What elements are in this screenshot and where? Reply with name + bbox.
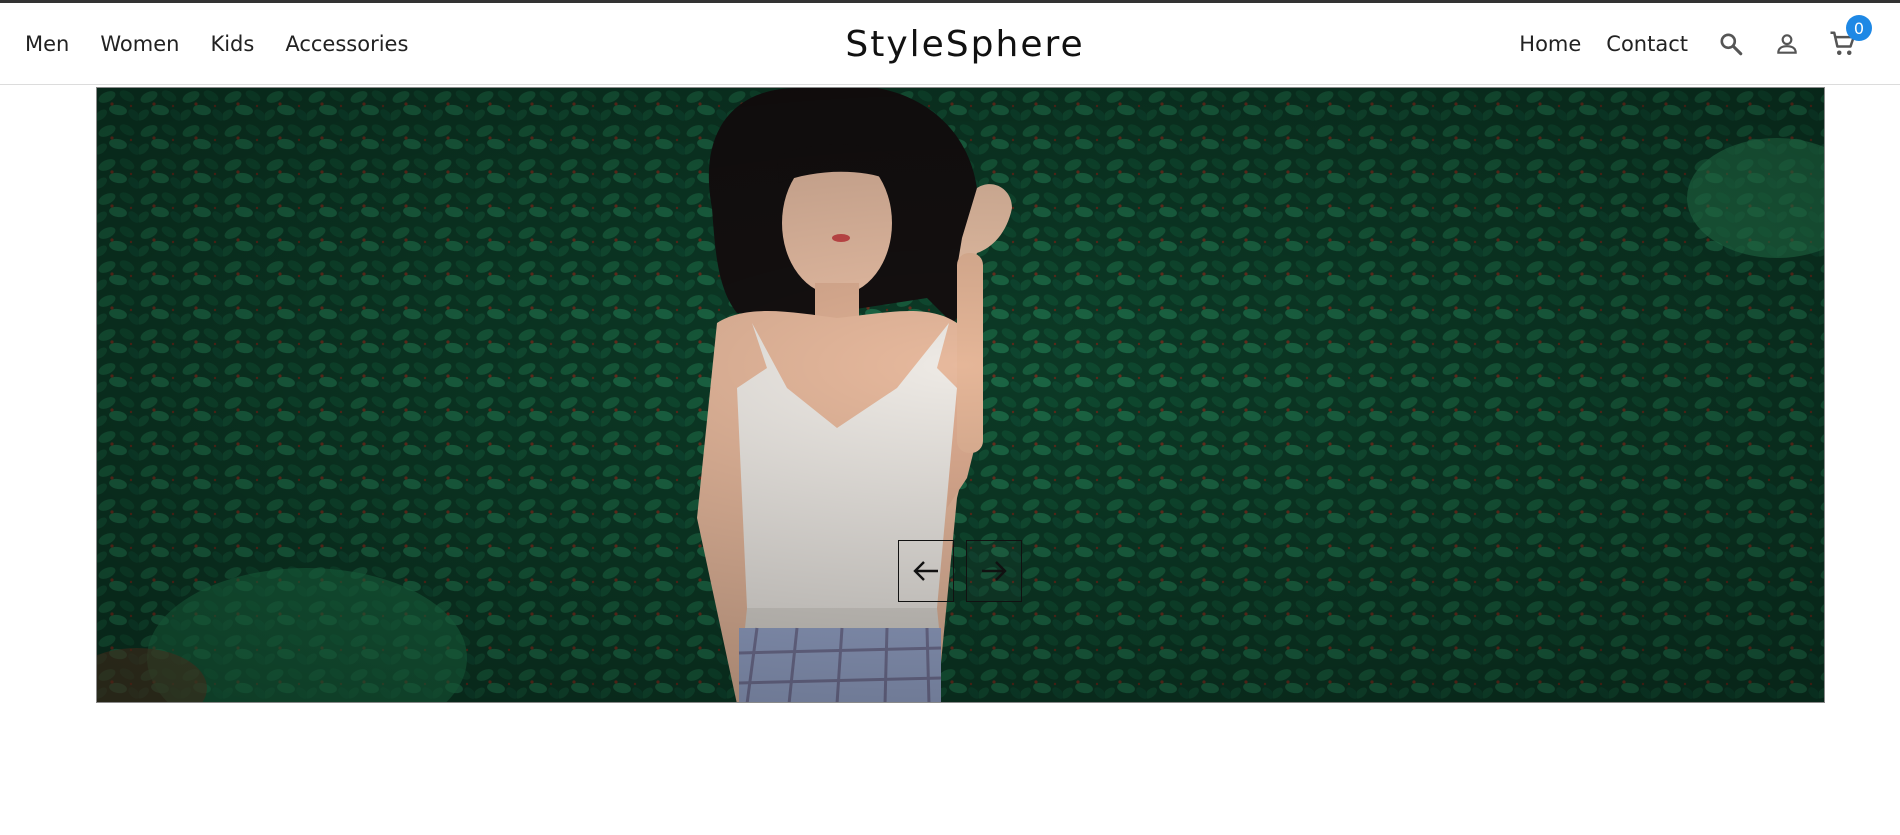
nav-link-men[interactable]: Men <box>25 32 69 56</box>
slider-controls <box>898 540 1022 602</box>
hero-slide-image <box>97 88 1824 702</box>
account-icon <box>1777 34 1797 54</box>
nav-link-contact[interactable]: Contact <box>1606 32 1688 56</box>
nav-link-women[interactable]: Women <box>100 32 179 56</box>
search-icon <box>1720 33 1743 56</box>
account-button[interactable] <box>1770 27 1804 61</box>
hero-slider <box>96 87 1825 703</box>
cart-count-badge: 0 <box>1846 15 1872 41</box>
nav-link-home[interactable]: Home <box>1519 32 1581 56</box>
nav-link-accessories[interactable]: Accessories <box>285 32 408 56</box>
search-button[interactable] <box>1714 27 1748 61</box>
navbar: Men Women Kids Accessories StyleSphere H… <box>0 3 1900 85</box>
nav-link-kids[interactable]: Kids <box>210 32 254 56</box>
next-slide-button[interactable] <box>966 540 1022 602</box>
category-nav: Men Women Kids Accessories <box>25 3 408 85</box>
arrow-left-icon <box>913 561 938 581</box>
cart-button[interactable]: 0 <box>1826 15 1872 61</box>
utility-nav: Home Contact 0 <box>1519 3 1872 85</box>
prev-slide-button[interactable] <box>898 540 954 602</box>
arrow-right-icon <box>982 561 1007 581</box>
